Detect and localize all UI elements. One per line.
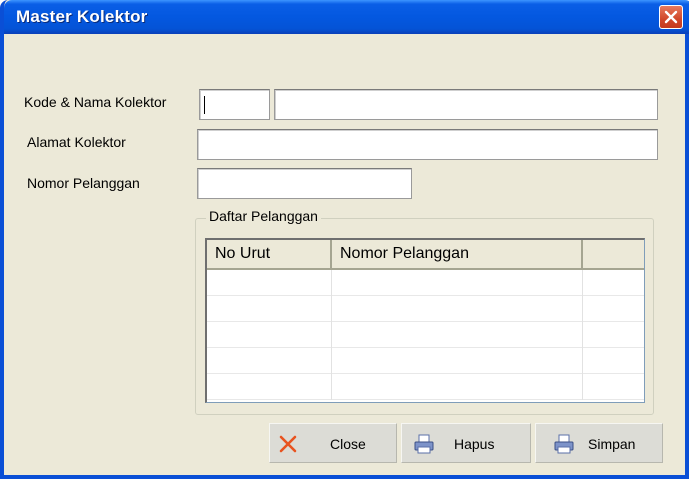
table-cell[interactable] (583, 374, 644, 400)
table-cell[interactable] (207, 348, 332, 374)
table-cell[interactable] (583, 270, 644, 296)
alamat-kolektor-input[interactable] (197, 129, 658, 160)
table-cell[interactable] (207, 296, 332, 322)
table-cell[interactable] (583, 322, 644, 348)
printer-icon (554, 434, 574, 454)
grid-header: No Urut Nomor Pelanggan (207, 240, 644, 270)
close-button-label: Close (330, 436, 366, 452)
nomor-pelanggan-input[interactable] (197, 168, 412, 199)
title-bar[interactable]: Master Kolektor (4, 0, 689, 34)
kode-nama-label: Kode & Nama Kolektor (24, 94, 167, 110)
column-header-no-urut[interactable]: No Urut (207, 240, 332, 268)
table-row[interactable] (207, 348, 644, 374)
nomor-pelanggan-label: Nomor Pelanggan (27, 175, 140, 191)
table-cell[interactable] (207, 322, 332, 348)
table-row[interactable] (207, 270, 644, 296)
printer-icon (414, 434, 434, 454)
kode-kolektor-input[interactable] (199, 89, 270, 120)
simpan-button[interactable]: Simpan (535, 423, 663, 463)
hapus-button[interactable]: Hapus (401, 423, 531, 463)
close-button[interactable]: Close (269, 423, 397, 463)
text-caret (204, 96, 205, 114)
table-cell[interactable] (332, 270, 583, 296)
nama-kolektor-input[interactable] (274, 89, 658, 120)
table-cell[interactable] (332, 296, 583, 322)
table-cell[interactable] (332, 348, 583, 374)
table-cell[interactable] (332, 322, 583, 348)
x-icon (279, 435, 297, 453)
table-cell[interactable] (583, 348, 644, 374)
alamat-label: Alamat Kolektor (27, 134, 126, 150)
table-row[interactable] (207, 296, 644, 322)
table-row[interactable] (207, 374, 644, 400)
close-icon (664, 10, 678, 24)
window-title: Master Kolektor (16, 7, 148, 26)
hapus-button-label: Hapus (454, 436, 495, 452)
column-header-nomor-pelanggan[interactable]: Nomor Pelanggan (332, 240, 583, 268)
table-cell[interactable] (332, 374, 583, 400)
table-cell[interactable] (207, 270, 332, 296)
table-cell[interactable] (207, 374, 332, 400)
daftar-pelanggan-title: Daftar Pelanggan (206, 208, 321, 224)
table-row[interactable] (207, 322, 644, 348)
column-header-extra[interactable] (583, 240, 644, 268)
window-close-button[interactable] (659, 5, 683, 29)
simpan-button-label: Simpan (588, 436, 636, 452)
table-cell[interactable] (583, 296, 644, 322)
pelanggan-grid[interactable]: No Urut Nomor Pelanggan (205, 238, 645, 403)
